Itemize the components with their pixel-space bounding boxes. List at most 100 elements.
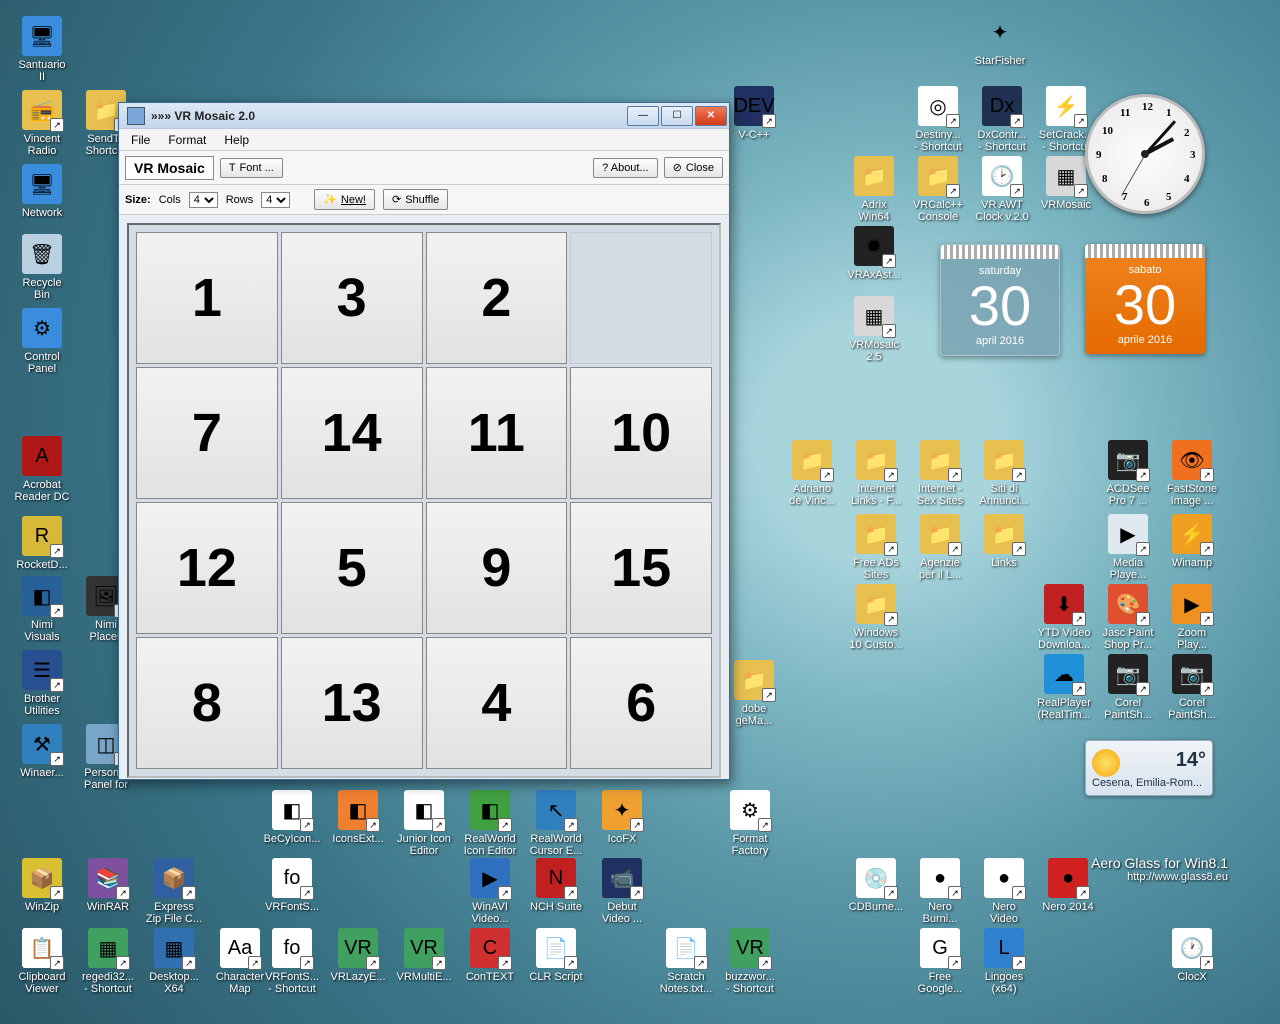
desktop-icon[interactable]: ◎↗Destiny... - Shortcut — [906, 86, 970, 153]
desktop-icon[interactable]: 📷↗ACDSee Pro 7 ... — [1096, 440, 1160, 507]
desktop-icon[interactable]: 📁↗Free ADs Sites — [844, 514, 908, 581]
desktop-icon[interactable]: 📷↗Corel PaintSh... — [1096, 654, 1160, 721]
desktop-icon[interactable]: ▶↗Zoom Play... — [1160, 584, 1224, 651]
analog-clock-widget[interactable]: 12 1 2 3 4 5 6 7 8 9 10 11 — [1085, 94, 1205, 214]
desktop-icon[interactable]: 🎨↗Jasc Paint Shop Pr... — [1096, 584, 1160, 651]
desktop-icon[interactable]: ⚒↗Winaer... — [10, 724, 74, 779]
puzzle-tile[interactable]: 10 — [570, 367, 712, 499]
desktop-icon[interactable]: N↗NCH Suite — [524, 858, 588, 913]
desktop-icon[interactable]: ◧↗BeCyIcon... — [260, 790, 324, 845]
desktop-icon[interactable]: 📚↗WinRAR — [76, 858, 140, 913]
desktop-icon[interactable]: ✦StarFisher — [968, 12, 1032, 67]
cols-select[interactable]: 4 — [189, 192, 218, 208]
desktop-icon[interactable]: 📄↗Scratch Notes.txt... — [654, 928, 718, 995]
desktop-icon[interactable]: VR↗VRMultiE... — [392, 928, 456, 983]
desktop-icon[interactable]: AAcrobat Reader DC — [10, 436, 74, 503]
titlebar[interactable]: »»» VR Mosaic 2.0 — ☐ ✕ — [119, 103, 729, 129]
puzzle-tile[interactable]: 15 — [570, 502, 712, 634]
desktop-icon[interactable]: 📁↗Adriano de Vinc... — [780, 440, 844, 507]
about-button[interactable]: ? About... — [593, 158, 657, 178]
desktop-icon[interactable]: 📁↗Siti di Annunci... — [972, 440, 1036, 507]
desktop-icon[interactable]: VR↗VRLazyE... — [326, 928, 390, 983]
desktop-icon[interactable]: 📁↗Agenzie per il L... — [908, 514, 972, 581]
puzzle-tile[interactable]: 7 — [136, 367, 278, 499]
desktop-icon[interactable]: 📁↗Internet Links - F... — [844, 440, 908, 507]
desktop-icon[interactable]: 🗑Recycle Bin — [10, 234, 74, 301]
desktop-icon[interactable]: C↗ConTEXT — [458, 928, 522, 983]
desktop-icon[interactable]: ●↗Nero Video — [972, 858, 1036, 925]
close-button[interactable]: ⊘Close — [664, 157, 723, 178]
desktop-icon[interactable]: ◧↗Nimi Visuals — [10, 576, 74, 643]
desktop-icon[interactable]: ▦↗VRMosaic 2.5 — [842, 296, 906, 363]
puzzle-tile[interactable]: 8 — [136, 637, 278, 769]
desktop-icon[interactable]: 📹↗Debut Video ... — [590, 858, 654, 925]
desktop-icon[interactable]: 📁Adrix Win64 — [842, 156, 906, 223]
puzzle-tile[interactable]: 2 — [426, 232, 568, 364]
desktop-icon[interactable]: 🕑↗VR AWT Clock v.2.0 — [970, 156, 1034, 223]
desktop-icon[interactable]: 📁↗Windows 10 Custo... — [844, 584, 908, 651]
desktop-icon[interactable]: fo↗VRFontS... — [260, 858, 324, 913]
desktop-icon[interactable]: 📄↗CLR Script — [524, 928, 588, 983]
desktop-icon[interactable]: ✦↗IcoFX — [590, 790, 654, 845]
desktop-icon[interactable]: 🕐↗ClocX — [1160, 928, 1224, 983]
puzzle-tile[interactable]: 14 — [281, 367, 423, 499]
puzzle-tile[interactable]: 12 — [136, 502, 278, 634]
desktop-icon[interactable]: ☁↗RealPlayer (RealTim... — [1032, 654, 1096, 721]
puzzle-tile[interactable]: 4 — [426, 637, 568, 769]
desktop-icon[interactable]: fo↗VRFontS... - Shortcut — [260, 928, 324, 995]
desktop-icon[interactable]: ⚙↗Format Factory — [718, 790, 782, 857]
desktop-icon[interactable]: 📁↗VRCalc++ Console — [906, 156, 970, 223]
desktop-icon[interactable]: L↗Lingoes (x64) — [972, 928, 1036, 995]
desktop-icon[interactable]: 📦↗WinZip — [10, 858, 74, 913]
desktop-icon[interactable]: ↖↗RealWorld Cursor E... — [524, 790, 588, 857]
font-button[interactable]: TFont ... — [220, 158, 283, 178]
desktop-icon[interactable]: 🖥Network — [10, 164, 74, 219]
desktop-icon[interactable]: 📁↗Internet - Sex Sites — [908, 440, 972, 507]
puzzle-tile[interactable]: 1 — [136, 232, 278, 364]
shuffle-button[interactable]: ⟳Shuffle — [383, 189, 448, 210]
desktop-icon[interactable]: ●↗Nero Burni... — [908, 858, 972, 925]
desktop-icon[interactable]: 📁↗dobe geMa... — [722, 660, 786, 727]
weather-widget[interactable]: 14° Cesena, Emilia-Rom... — [1085, 740, 1213, 796]
desktop-icon[interactable]: 📁↗Links — [972, 514, 1036, 569]
new-button[interactable]: ✨New! — [314, 189, 375, 210]
desktop-icon[interactable]: ◧↗RealWorld Icon Editor — [458, 790, 522, 857]
desktop-icon[interactable]: Dx↗DxContr... - Shortcut — [970, 86, 1034, 153]
desktop-icon[interactable]: 📋↗Clipboard Viewer — [10, 928, 74, 995]
calendar-widget-en[interactable]: saturday 30 april 2016 — [940, 244, 1060, 356]
desktop-icon[interactable]: G↗Free Google... — [908, 928, 972, 995]
desktop-icon[interactable]: ⚡↗Winamp — [1160, 514, 1224, 569]
desktop-icon[interactable]: 👁↗FastStone Image ... — [1160, 440, 1224, 507]
close-window-button[interactable]: ✕ — [695, 106, 727, 126]
desktop-icon[interactable]: 📷↗Corel PaintSh... — [1160, 654, 1224, 721]
desktop-icon[interactable]: ▶↗Media Playe... — [1096, 514, 1160, 581]
desktop-icon[interactable]: ☰↗Brother Utilities — [10, 650, 74, 717]
minimize-button[interactable]: — — [627, 106, 659, 126]
desktop-icon[interactable]: ▦↗Desktop... X64 — [142, 928, 206, 995]
desktop-icon[interactable]: ◧↗IconsExt... — [326, 790, 390, 845]
desktop-icon[interactable]: DEV↗V-C++ — [722, 86, 786, 141]
desktop-icon[interactable]: 📦↗Express Zip File C... — [142, 858, 206, 925]
desktop-icon[interactable]: 🖥Santuario II — [10, 16, 74, 83]
maximize-button[interactable]: ☐ — [661, 106, 693, 126]
puzzle-tile[interactable]: 6 — [570, 637, 712, 769]
desktop-icon[interactable]: ⬇↗YTD Video Downloa... — [1032, 584, 1096, 651]
desktop-icon[interactable]: ▦↗regedi32... - Shortcut — [76, 928, 140, 995]
desktop-icon[interactable]: ⚙Control Panel — [10, 308, 74, 375]
puzzle-tile[interactable]: 9 — [426, 502, 568, 634]
desktop-icon[interactable]: ✹↗VRAxAst... — [842, 226, 906, 281]
desktop-icon[interactable]: VR↗buzzwor... - Shortcut — [718, 928, 782, 995]
puzzle-tile[interactable]: 5 — [281, 502, 423, 634]
puzzle-tile[interactable]: 3 — [281, 232, 423, 364]
menu-file[interactable]: File — [123, 131, 158, 149]
menu-help[interactable]: Help — [216, 131, 257, 149]
desktop-icon[interactable]: ▶↗WinAVI Video... — [458, 858, 522, 925]
desktop-icon[interactable]: 📻↗Vincent Radio — [10, 90, 74, 157]
desktop-icon[interactable]: R↗RocketD... — [10, 516, 74, 571]
rows-select[interactable]: 4 — [261, 192, 290, 208]
calendar-widget-it[interactable]: sabato 30 aprile 2016 — [1085, 244, 1205, 354]
menu-format[interactable]: Format — [160, 131, 214, 149]
puzzle-tile[interactable]: 11 — [426, 367, 568, 499]
desktop-icon[interactable]: 💿↗CDBurne... — [844, 858, 908, 913]
puzzle-tile[interactable]: 13 — [281, 637, 423, 769]
